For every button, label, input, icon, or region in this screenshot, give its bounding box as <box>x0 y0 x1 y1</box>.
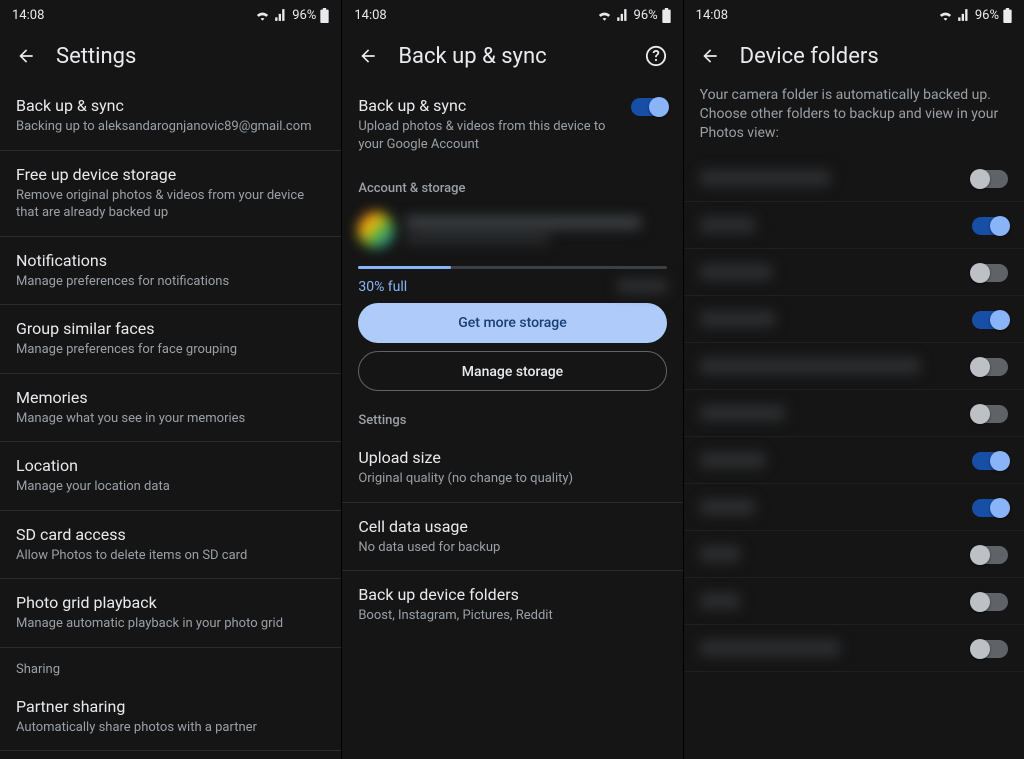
wifi-icon <box>255 9 270 21</box>
item-sd-card[interactable]: SD card accessAllow Photos to delete ite… <box>0 511 341 580</box>
storage-pct: 30% full <box>358 279 407 295</box>
folders-list <box>684 155 1024 672</box>
battery-icon <box>662 8 671 23</box>
folder-row[interactable] <box>684 484 1024 531</box>
folder-row[interactable] <box>684 155 1024 202</box>
item-group-faces[interactable]: Group similar facesManage preferences fo… <box>0 305 341 374</box>
back-icon[interactable] <box>700 46 720 66</box>
folder-row[interactable] <box>684 625 1024 672</box>
folder-label-redacted <box>700 358 920 374</box>
settings-screen: 14:08 96% Settings Back up & syncBacking… <box>0 0 341 759</box>
folder-row[interactable] <box>684 343 1024 390</box>
item-memories[interactable]: MemoriesManage what you see in your memo… <box>0 374 341 443</box>
folder-row[interactable] <box>684 202 1024 249</box>
folder-toggle[interactable] <box>972 546 1008 564</box>
app-bar: Back up & sync <box>342 30 682 82</box>
item-backup-sync-master[interactable]: Back up & syncUpload photos & videos fro… <box>342 82 682 167</box>
item-upload-size[interactable]: Upload sizeOriginal quality (no change t… <box>342 434 682 503</box>
folder-toggle[interactable] <box>972 264 1008 282</box>
item-partner-sharing[interactable]: Partner sharingAutomatically share photo… <box>0 683 341 751</box>
status-time: 14:08 <box>12 8 44 23</box>
item-backup-sync[interactable]: Back up & syncBacking up to aleksandarog… <box>0 82 341 151</box>
folder-label-redacted <box>700 640 840 656</box>
section-account-storage: Account & storage <box>342 167 682 202</box>
folder-toggle[interactable] <box>972 640 1008 658</box>
device-folders-intro: Your camera folder is automatically back… <box>684 82 1024 155</box>
account-row[interactable] <box>342 202 682 258</box>
folder-toggle[interactable] <box>972 358 1008 376</box>
item-location[interactable]: LocationManage your location data <box>0 442 341 511</box>
item-cell-data[interactable]: Cell data usageNo data used for backup <box>342 503 682 572</box>
folder-toggle[interactable] <box>972 593 1008 611</box>
folder-label-redacted <box>700 311 775 327</box>
folder-label-redacted <box>700 593 740 609</box>
manage-storage-button[interactable]: Manage storage <box>358 351 666 391</box>
item-hide-motion[interactable]: Hide video from motion photosOther peopl… <box>0 750 341 759</box>
wifi-icon <box>597 9 612 21</box>
status-bar: 14:08 96% <box>0 0 341 30</box>
item-grid-playback[interactable]: Photo grid playbackManage automatic play… <box>0 579 341 648</box>
status-bar: 14:08 96% <box>342 0 682 30</box>
folder-label-redacted <box>700 452 765 468</box>
help-icon[interactable] <box>645 45 667 67</box>
wifi-icon <box>938 9 953 21</box>
item-free-up-storage[interactable]: Free up device storageRemove original ph… <box>0 151 341 237</box>
status-bar: 14:08 96% <box>684 0 1024 30</box>
folder-label-redacted <box>700 264 772 280</box>
folder-row[interactable] <box>684 390 1024 437</box>
battery-pct: 96% <box>292 8 316 23</box>
section-settings: Settings <box>342 399 682 434</box>
folder-toggle[interactable] <box>972 217 1008 235</box>
folder-toggle[interactable] <box>972 170 1008 188</box>
signal-icon <box>274 9 288 21</box>
folder-toggle[interactable] <box>972 311 1008 329</box>
folder-row[interactable] <box>684 531 1024 578</box>
back-icon[interactable] <box>16 46 36 66</box>
app-bar: Device folders <box>684 30 1024 82</box>
folder-label-redacted <box>700 217 755 233</box>
back-icon[interactable] <box>358 46 378 66</box>
folder-label-redacted <box>700 546 740 562</box>
battery-pct: 96% <box>975 8 999 23</box>
battery-icon <box>1003 8 1012 23</box>
folder-label-redacted <box>700 170 830 186</box>
page-title: Back up & sync <box>398 44 546 69</box>
avatar <box>358 212 394 248</box>
folder-toggle[interactable] <box>972 405 1008 423</box>
toggle-backup-sync[interactable] <box>631 98 667 116</box>
folder-label-redacted <box>700 405 785 421</box>
page-title: Device folders <box>740 44 879 69</box>
folder-row[interactable] <box>684 437 1024 484</box>
item-notifications[interactable]: NotificationsManage preferences for noti… <box>0 237 341 306</box>
folder-row[interactable] <box>684 249 1024 296</box>
folder-toggle[interactable] <box>972 499 1008 517</box>
folder-row[interactable] <box>684 578 1024 625</box>
battery-pct: 96% <box>634 8 658 23</box>
signal-icon <box>616 9 630 21</box>
folder-toggle[interactable] <box>972 452 1008 470</box>
storage-used-redacted <box>617 279 667 293</box>
get-more-storage-button[interactable]: Get more storage <box>358 303 666 343</box>
app-bar: Settings <box>0 30 341 82</box>
signal-icon <box>957 9 971 21</box>
storage-progress <box>358 266 666 269</box>
device-folders-screen: 14:08 96% Device folders Your camera fol… <box>683 0 1024 759</box>
folder-row[interactable] <box>684 296 1024 343</box>
battery-icon <box>320 8 329 23</box>
status-time: 14:08 <box>354 8 386 23</box>
backup-sync-screen: 14:08 96% Back up & sync Back up & syncU… <box>341 0 682 759</box>
folder-label-redacted <box>700 499 755 515</box>
status-time: 14:08 <box>696 8 728 23</box>
section-sharing: Sharing <box>0 648 341 683</box>
page-title: Settings <box>56 44 136 69</box>
item-device-folders[interactable]: Back up device foldersBoost, Instagram, … <box>342 571 682 639</box>
